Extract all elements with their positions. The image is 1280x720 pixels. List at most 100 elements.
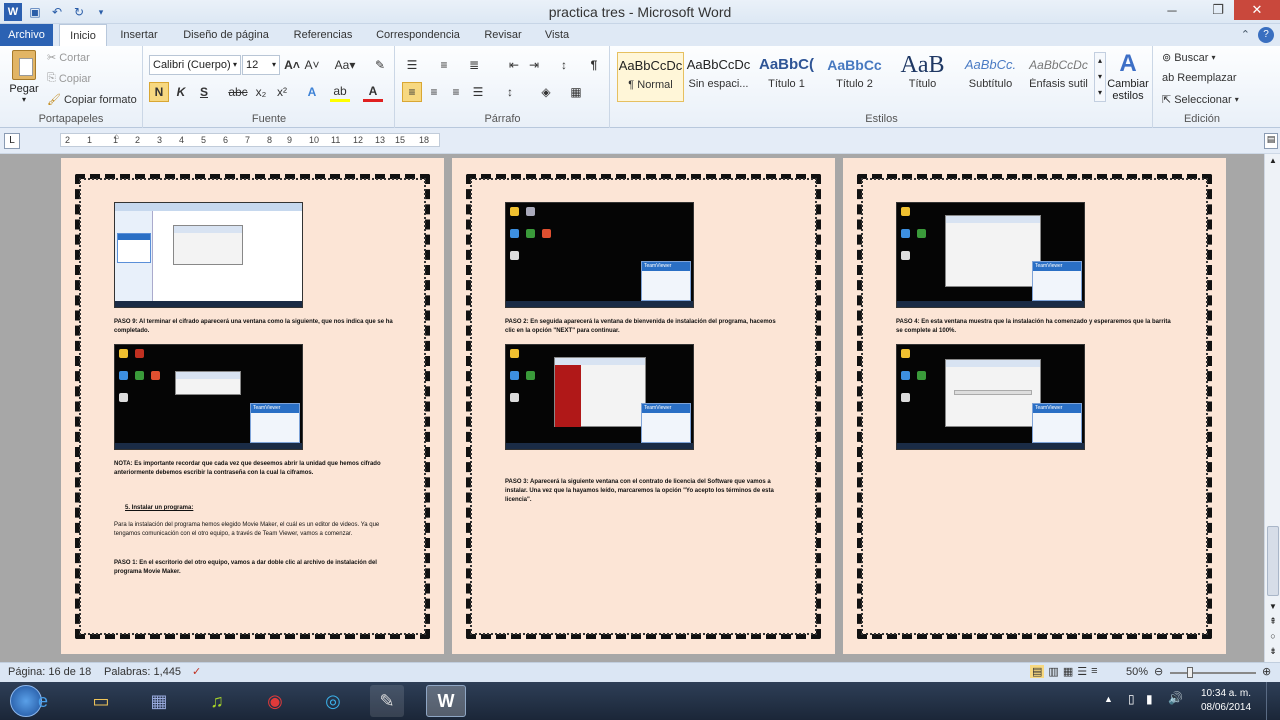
- strikethrough-button[interactable]: abc: [226, 82, 250, 102]
- highlight-icon[interactable]: ab: [330, 82, 350, 102]
- volume-icon[interactable]: 🔊: [1168, 691, 1183, 705]
- explorer-icon[interactable]: ▭: [84, 685, 118, 717]
- print-layout-icon[interactable]: ▤: [1030, 665, 1045, 678]
- cut-button[interactable]: ✂ Cortar: [47, 51, 90, 65]
- copy-button[interactable]: ⎘ Copiar: [47, 72, 91, 85]
- change-case-button[interactable]: Aa ▾: [332, 55, 358, 75]
- word-count[interactable]: Palabras: 1,445: [104, 666, 181, 678]
- web-layout-icon[interactable]: ▦: [1063, 665, 1073, 678]
- select-button[interactable]: ⇱ Seleccionar ▾: [1162, 93, 1239, 107]
- bullets-icon[interactable]: ☰: [402, 55, 422, 75]
- borders-icon[interactable]: ▦: [566, 82, 586, 102]
- outline-icon[interactable]: ☰: [1077, 665, 1087, 678]
- styles-scroll-icon[interactable]: ▴ ▾ ▾: [1094, 52, 1106, 102]
- subscript-button[interactable]: x₂: [251, 82, 271, 102]
- underline-button[interactable]: S: [194, 82, 214, 102]
- indent-marker-icon[interactable]: ⌂: [114, 132, 119, 141]
- tab-correspondencia[interactable]: Correspondencia: [370, 24, 466, 46]
- style-subtle-emphasis[interactable]: AaBbCcDc Énfasis sutil: [1025, 52, 1092, 102]
- clear-format-icon[interactable]: ✎: [370, 55, 390, 75]
- zoom-slider-thumb[interactable]: [1187, 667, 1193, 678]
- scroll-down-icon[interactable]: ▼: [1266, 600, 1280, 614]
- ie-icon[interactable]: e: [26, 685, 60, 717]
- word-taskbar-icon[interactable]: W: [426, 685, 466, 717]
- find-button[interactable]: ⊚ Buscar ▾: [1162, 51, 1215, 65]
- disc-icon[interactable]: ◎: [316, 685, 350, 717]
- help-icon[interactable]: ?: [1258, 27, 1274, 43]
- tab-inicio[interactable]: Inicio: [59, 24, 107, 47]
- restore-button[interactable]: ❐: [1202, 0, 1234, 20]
- font-size-select[interactable]: 12 ▾: [242, 55, 280, 75]
- music-player-icon[interactable]: ♫: [200, 685, 234, 717]
- next-page-icon[interactable]: ⇟: [1266, 646, 1280, 660]
- clock[interactable]: 10:34 a. m. 08/06/2014: [1196, 687, 1256, 715]
- paint-icon[interactable]: ✎: [370, 685, 404, 717]
- prev-page-icon[interactable]: ⇞: [1266, 616, 1280, 630]
- style-no-spacing[interactable]: AaBbCcDc Sin espaci...: [685, 52, 752, 102]
- horizontal-ruler[interactable]: 2 1 1 2 3 4 5 6 7 8 9 10 11 12 13 15 18 …: [60, 132, 440, 147]
- grow-font-icon[interactable]: A˄: [282, 55, 302, 75]
- superscript-button[interactable]: x²: [272, 82, 292, 102]
- sort-icon[interactable]: ↕: [554, 55, 574, 75]
- style-heading-2[interactable]: AaBbCc Título 2: [821, 52, 888, 102]
- zoom-level[interactable]: 50%: [1126, 666, 1148, 678]
- browse-object-icon[interactable]: ○: [1266, 631, 1280, 645]
- shading-icon[interactable]: ◈: [536, 82, 556, 102]
- align-left-icon[interactable]: ≡: [402, 82, 422, 102]
- page-18[interactable]: TeamViewer PASO 4: En esta ventana muest…: [843, 158, 1226, 654]
- format-painter-button[interactable]: 🖌 Copiar formato: [47, 93, 137, 107]
- media-center-icon[interactable]: ▦: [142, 685, 176, 717]
- style-heading-1[interactable]: AaBbC( Título 1: [753, 52, 820, 102]
- page-17[interactable]: TeamViewer PASO 2: En seguida aparecerá …: [452, 158, 835, 654]
- style-title[interactable]: AaB Título: [889, 52, 956, 102]
- numbering-icon[interactable]: ≡: [434, 55, 454, 75]
- scroll-thumb[interactable]: [1267, 526, 1279, 596]
- font-name-select[interactable]: Calibri (Cuerpo) ▾: [149, 55, 241, 75]
- show-hidden-icons[interactable]: ▲: [1104, 694, 1113, 704]
- tab-vista[interactable]: Vista: [537, 24, 577, 46]
- vertical-scrollbar[interactable]: ▲ ▼ ⇞ ○ ⇟: [1264, 154, 1280, 662]
- scroll-up-icon[interactable]: ▲: [1266, 154, 1280, 168]
- align-right-icon[interactable]: ≡: [446, 82, 466, 102]
- view-ruler-icon[interactable]: ▤: [1264, 133, 1278, 149]
- paste-button[interactable]: Pegar ▾: [6, 50, 42, 105]
- network-icon[interactable]: ▮: [1146, 692, 1153, 706]
- font-color-icon[interactable]: A: [363, 82, 383, 102]
- style-subtitle[interactable]: AaBbCc. Subtítulo: [957, 52, 1024, 102]
- line-spacing-icon[interactable]: ↕: [500, 82, 520, 102]
- document-area[interactable]: PASO 9: Al terminar el cifrado aparecerá…: [0, 154, 1264, 662]
- tab-selector-icon[interactable]: L: [4, 133, 20, 149]
- tab-revisar[interactable]: Revisar: [476, 24, 530, 46]
- italic-button[interactable]: K: [171, 82, 191, 102]
- show-desktop-button[interactable]: [1266, 682, 1280, 720]
- zoom-out-icon[interactable]: ⊖: [1154, 665, 1163, 678]
- proofing-icon[interactable]: ✓: [192, 665, 201, 678]
- change-styles-button[interactable]: A Cambiar estilos: [1107, 50, 1149, 102]
- align-center-icon[interactable]: ≡: [424, 82, 444, 102]
- minimize-button[interactable]: ─: [1156, 0, 1188, 20]
- close-button[interactable]: ✕: [1234, 0, 1280, 20]
- draft-icon[interactable]: ≡: [1091, 665, 1097, 678]
- increase-indent-icon[interactable]: ⇥: [524, 55, 544, 75]
- tab-diseno-pagina[interactable]: Diseño de página: [174, 24, 278, 46]
- media-icon[interactable]: ◉: [258, 685, 292, 717]
- zoom-slider[interactable]: [1170, 672, 1256, 674]
- page-count[interactable]: Página: 16 de 18: [8, 666, 91, 678]
- tab-archivo[interactable]: Archivo: [0, 24, 53, 46]
- justify-icon[interactable]: ☰: [468, 82, 488, 102]
- zoom-in-icon[interactable]: ⊕: [1262, 665, 1271, 678]
- multilevel-list-icon[interactable]: ≣: [464, 55, 484, 75]
- tab-insertar[interactable]: Insertar: [113, 24, 165, 46]
- show-marks-button[interactable]: ¶: [584, 55, 604, 75]
- page-16[interactable]: PASO 9: Al terminar el cifrado aparecerá…: [61, 158, 444, 654]
- replace-button[interactable]: ab Reemplazar: [1162, 72, 1237, 84]
- full-screen-icon[interactable]: ▥: [1048, 665, 1058, 678]
- shrink-font-icon[interactable]: A˅: [302, 55, 322, 75]
- battery-icon[interactable]: ▯: [1128, 692, 1135, 706]
- style-normal[interactable]: AaBbCcDc ¶ Normal: [617, 52, 684, 102]
- decrease-indent-icon[interactable]: ⇤: [504, 55, 524, 75]
- tab-referencias[interactable]: Referencias: [287, 24, 359, 46]
- text-effects-icon[interactable]: A: [302, 82, 322, 102]
- minimize-ribbon-icon[interactable]: ⌃: [1241, 28, 1250, 41]
- bold-button[interactable]: N: [149, 82, 169, 102]
